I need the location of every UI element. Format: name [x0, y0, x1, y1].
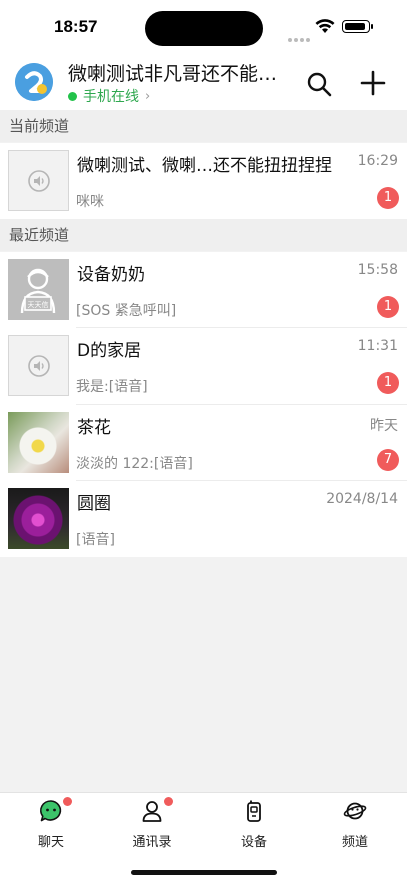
tab-notification-dot: [164, 797, 173, 806]
channel-name: 茶花: [77, 418, 111, 438]
dynamic-island: [145, 11, 263, 46]
device-icon: [247, 800, 261, 822]
unread-badge: 1: [377, 187, 399, 209]
channel-time: 11:31: [357, 338, 398, 354]
tab-chat[interactable]: 聊天: [11, 797, 91, 850]
tab-notification-dot: [63, 797, 72, 806]
channel-row-device-grandma[interactable]: 天天信 设备奶奶 15:58 [SOS 紧急呼叫] 1: [0, 252, 407, 328]
device-avatar: 天天信: [8, 259, 69, 320]
channel-time: 2024/8/14: [326, 491, 398, 507]
tab-contacts[interactable]: 通讯录: [112, 797, 192, 850]
channel-row-circle[interactable]: 圆圈 2024/8/14 [语音]: [0, 481, 407, 557]
channel-name: 设备奶奶: [77, 265, 145, 285]
wifi-icon: [315, 19, 335, 33]
status-bar: 18:57: [0, 0, 407, 54]
channel-avatar: [8, 150, 69, 211]
tab-label: 通讯录: [132, 835, 172, 850]
speaker-icon: [28, 355, 50, 377]
current-channel-row[interactable]: 微喇测试、微喇…还不能扭扭捏捏 16:29 咪咪 1: [0, 143, 407, 219]
svg-text:天天信: 天天信: [28, 300, 49, 309]
signal-icon: [288, 27, 312, 46]
header-title[interactable]: 微喇测试非凡哥还不能…: [68, 59, 288, 86]
channel-planet-icon: [343, 802, 367, 820]
tab-label: 频道: [341, 835, 368, 850]
section-current-channel: 当前频道: [0, 110, 407, 142]
unread-badge: 1: [377, 296, 399, 318]
unread-badge: 1: [377, 372, 399, 394]
channel-preview: 咪咪: [76, 194, 104, 210]
tab-devices[interactable]: 设备: [214, 799, 294, 850]
channel-time: 16:29: [357, 153, 398, 169]
tab-label: 设备: [240, 835, 267, 850]
online-dot: [68, 91, 77, 101]
channel-time: 昨天: [370, 418, 398, 434]
home-indicator: [131, 870, 277, 875]
status-time: 18:57: [54, 17, 98, 36]
online-status[interactable]: 手机在线 ›: [68, 86, 150, 106]
contacts-icon: [142, 801, 162, 822]
online-label: 手机在线: [83, 89, 139, 105]
unread-badge: 7: [377, 449, 399, 471]
search-icon[interactable]: [305, 70, 333, 98]
channel-preview: 我是:[语音]: [76, 379, 148, 395]
channel-name: 圆圈: [77, 494, 111, 514]
channel-name: 微喇测试、微喇…还不能扭扭捏捏: [77, 156, 332, 176]
channel-time: 15:58: [357, 262, 398, 278]
tab-channels[interactable]: 频道: [315, 799, 395, 850]
header: 微喇测试非凡哥还不能… 手机在线 ›: [0, 54, 407, 110]
channel-preview: [SOS 紧急呼叫]: [76, 303, 177, 319]
app-logo[interactable]: [15, 63, 53, 101]
channel-preview: 淡淡的 122:[语音]: [76, 456, 193, 472]
chat-icon: [40, 800, 62, 822]
battery-icon: [342, 20, 373, 33]
chevron-right-icon: ›: [145, 88, 151, 104]
section-recent-channels: 最近频道: [0, 219, 407, 251]
add-icon[interactable]: [358, 68, 388, 98]
tab-label: 聊天: [37, 835, 64, 850]
flower-photo-avatar: [8, 412, 69, 473]
device-person-icon: 天天信: [20, 268, 56, 314]
channel-name: D的家居: [77, 341, 142, 361]
channel-preview: [语音]: [76, 532, 115, 548]
channel-row-camellia[interactable]: 茶花 昨天 淡淡的 122:[语音] 7: [0, 405, 407, 481]
channel-row-d-home[interactable]: D的家居 11:31 我是:[语音] 1: [0, 328, 407, 405]
flower-photo-avatar: [8, 488, 69, 549]
channel-avatar: [8, 335, 69, 396]
speaker-icon: [28, 170, 50, 192]
